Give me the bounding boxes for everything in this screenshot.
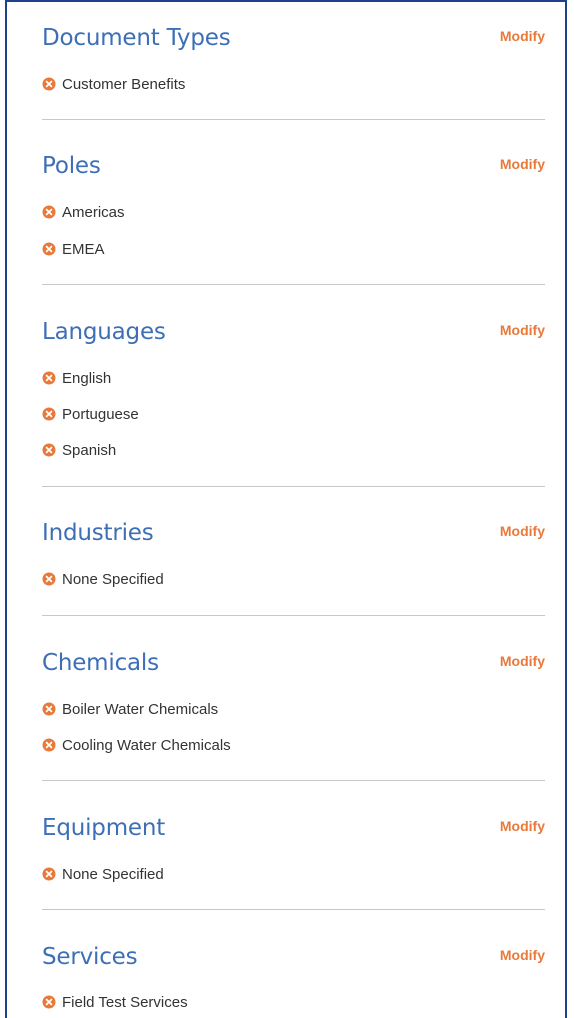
filter-tag-label: None Specified [62,865,164,883]
modify-chemicals-link[interactable]: Modify [500,652,545,670]
filter-tag-label: Spanish [62,441,117,459]
filter-tag-label: Cooling Water Chemicals [62,736,231,754]
remove-icon[interactable] [42,443,56,457]
filter-tag-label: Customer Benefits [62,75,186,93]
filter-tag-label: EMEA [62,240,105,258]
section-divider [42,615,545,616]
modify-document-types-link[interactable]: Modify [500,27,545,45]
remove-icon[interactable] [42,371,56,385]
filter-tag: Boiler Water Chemicals [42,699,218,719]
section-divider [42,780,545,781]
filter-tag: None Specified [42,569,164,589]
remove-icon[interactable] [42,407,56,421]
filter-tag: English [42,368,111,388]
modify-industries-link[interactable]: Modify [500,522,545,540]
filter-tag-label: None Specified [62,570,164,588]
modify-poles-link[interactable]: Modify [500,155,545,173]
section-divider [42,119,545,120]
filter-tag: EMEA [42,239,105,259]
filter-tag: None Specified [42,864,164,884]
remove-icon[interactable] [42,77,56,91]
section-title: Document Types [42,25,231,51]
section-divider [42,909,545,910]
modify-equipment-link[interactable]: Modify [500,817,545,835]
section-title: Equipment [42,815,166,841]
filter-tag-label: Boiler Water Chemicals [62,700,219,718]
section-title: Industries [42,520,154,546]
filter-tag-label: English [62,369,112,387]
remove-icon[interactable] [42,572,56,586]
filter-tag-label: Field Test Services [62,993,188,1011]
section-title: Chemicals [42,650,159,676]
modify-services-link[interactable]: Modify [500,946,545,964]
remove-icon[interactable] [42,867,56,881]
remove-icon[interactable] [42,995,56,1009]
filter-tag: Cooling Water Chemicals [42,735,231,755]
section-divider [42,486,545,487]
section-divider [42,284,545,285]
section-title: Services [42,944,138,970]
filter-summary-panel: Document Types Modify Customer Benefits … [5,0,567,1018]
section-title: Languages [42,319,166,345]
modify-languages-link[interactable]: Modify [500,321,545,339]
filter-tag-label: Americas [62,203,125,221]
section-title: Poles [42,153,101,179]
remove-icon[interactable] [42,702,56,716]
remove-icon[interactable] [42,738,56,752]
filter-tag: Americas [42,202,125,222]
filter-tag: Customer Benefits [42,74,185,94]
remove-icon[interactable] [42,242,56,256]
filter-tag: Portuguese [42,404,139,424]
remove-icon[interactable] [42,205,56,219]
filter-tag-label: Portuguese [62,405,139,423]
filter-tag: Spanish [42,440,116,460]
filter-tag: Field Test Services [42,992,188,1012]
